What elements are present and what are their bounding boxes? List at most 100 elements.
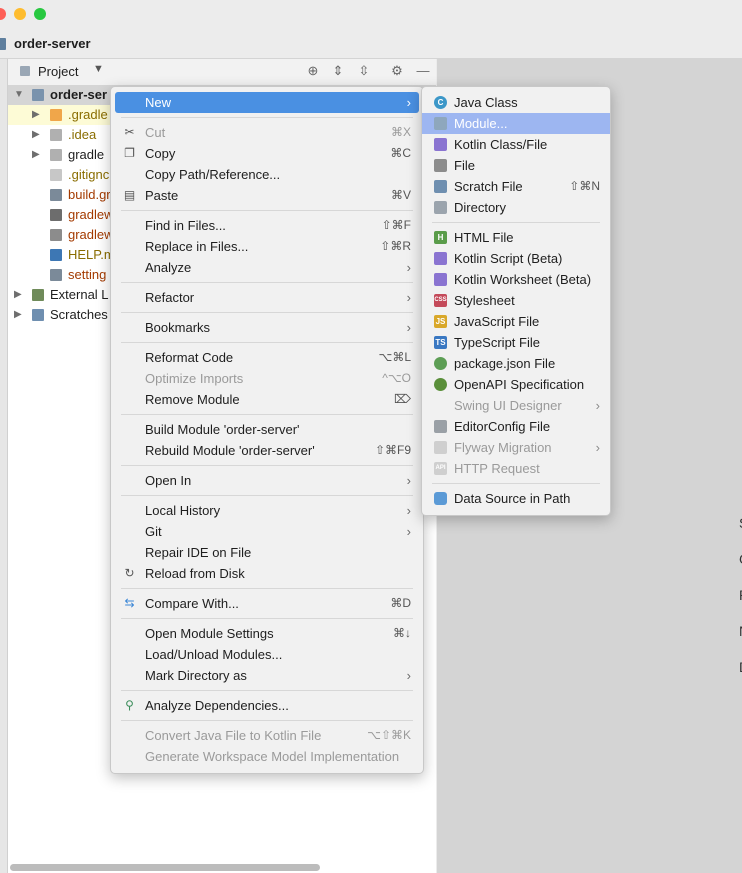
module-icon <box>434 117 447 130</box>
menu-item-compare-with[interactable]: ⇆ Compare With... ⌘D <box>115 593 419 614</box>
gear-icon[interactable]: ⚙ <box>388 62 406 80</box>
chevron-right-icon[interactable]: ▶ <box>32 105 40 125</box>
zoom-window-button[interactable] <box>34 8 46 20</box>
submenu-item-label: HTTP Request <box>454 461 540 476</box>
minimize-window-button[interactable] <box>14 8 26 20</box>
chevron-right-icon[interactable]: ▶ <box>14 285 22 305</box>
menu-item-label: Reformat Code <box>145 350 234 365</box>
menu-item-reformat-code[interactable]: Reformat Code ⌥⌘L <box>115 347 419 368</box>
menu-item-new[interactable]: New › <box>115 92 419 113</box>
submenu-item-stylesheet[interactable]: CSS Stylesheet <box>422 290 610 311</box>
submenu-item-label: Kotlin Worksheet (Beta) <box>454 272 592 287</box>
reload-icon: ↻ <box>124 566 135 580</box>
nodejs-icon <box>434 357 447 370</box>
menu-shortcut: ⇧⌘R <box>380 239 411 253</box>
menu-item-generate-workspace-model[interactable]: Generate Workspace Model Implementation <box>115 746 419 767</box>
kotlin-script-icon <box>434 252 447 265</box>
chevron-down-icon[interactable]: ▼ <box>14 85 24 105</box>
menu-item-mark-directory-as[interactable]: Mark Directory as › <box>115 665 419 686</box>
menu-separator <box>121 312 413 313</box>
submenu-item-html-file[interactable]: H HTML File <box>422 227 610 248</box>
scratches-icon <box>32 309 44 321</box>
new-submenu: C Java Class Module... Kotlin Class/File… <box>421 86 611 516</box>
tree-item-label: build.gr <box>68 187 111 202</box>
menu-item-convert-java-to-kotlin[interactable]: Convert Java File to Kotlin File ⌥⇧⌘K <box>115 725 419 746</box>
menu-item-label: Open In <box>145 473 192 488</box>
menu-item-refactor[interactable]: Refactor › <box>115 287 419 308</box>
menu-item-cut[interactable]: ✂ Cut ⌘X <box>115 122 419 143</box>
menu-item-copy-path[interactable]: Copy Path/Reference... <box>115 164 419 185</box>
menu-item-replace-in-files[interactable]: Replace in Files... ⇧⌘R <box>115 236 419 257</box>
menu-item-find-in-files[interactable]: Find in Files... ⇧⌘F <box>115 215 419 236</box>
menu-item-label: Local History <box>145 503 221 518</box>
tree-item-label: .gitignc <box>68 167 110 182</box>
submenu-item-java-class[interactable]: C Java Class <box>422 92 610 113</box>
menu-item-open-in[interactable]: Open In › <box>115 470 419 491</box>
menu-shortcut: ^⌥O <box>382 371 411 385</box>
submenu-item-flyway-migration[interactable]: Flyway Migration › <box>422 437 610 458</box>
menu-item-git[interactable]: Git › <box>115 521 419 542</box>
api-file-icon: API <box>434 462 447 475</box>
menu-item-bookmarks[interactable]: Bookmarks › <box>115 317 419 338</box>
menu-item-copy[interactable]: ❐ Copy ⌘C <box>115 143 419 164</box>
close-window-button[interactable] <box>0 8 6 20</box>
submenu-item-data-source[interactable]: Data Source in Path <box>422 488 610 509</box>
menu-item-reload-from-disk[interactable]: ↻ Reload from Disk <box>115 563 419 584</box>
menu-item-open-module-settings[interactable]: Open Module Settings ⌘↓ <box>115 623 419 644</box>
chevron-right-icon[interactable]: ▶ <box>14 305 22 325</box>
menu-item-label: Load/Unload Modules... <box>145 647 283 662</box>
menu-separator <box>121 342 413 343</box>
project-view-label[interactable]: Project <box>38 64 78 79</box>
submenu-item-label: OpenAPI Specification <box>454 377 585 392</box>
menu-item-label: Repair IDE on File <box>145 545 252 560</box>
menu-item-label: Copy <box>145 146 176 161</box>
expand-all-icon[interactable]: ⇕ <box>329 62 347 80</box>
submenu-item-kotlin-class[interactable]: Kotlin Class/File <box>422 134 610 155</box>
menu-shortcut: ⇧⌘F <box>381 218 411 232</box>
copy-icon: ❐ <box>124 146 135 160</box>
submenu-item-openapi[interactable]: OpenAPI Specification <box>422 374 610 395</box>
submenu-item-package-json[interactable]: package.json File <box>422 353 610 374</box>
menu-item-label: Paste <box>145 188 179 203</box>
folder-icon <box>50 149 62 161</box>
typescript-file-icon: TS <box>434 336 447 349</box>
project-breadcrumb[interactable]: order-server <box>14 36 91 51</box>
collapse-all-icon[interactable]: ⇳ <box>355 62 373 80</box>
menu-item-build-module[interactable]: Build Module 'order-server' <box>115 419 419 440</box>
submenu-item-directory[interactable]: Directory <box>422 197 610 218</box>
horizontal-scrollbar[interactable] <box>10 864 320 871</box>
menu-shortcut: ⌘V <box>390 188 411 202</box>
menu-item-paste[interactable]: ▤ Paste ⌘V <box>115 185 419 206</box>
submenu-item-kotlin-worksheet[interactable]: Kotlin Worksheet (Beta) <box>422 269 610 290</box>
hide-icon[interactable]: — <box>414 62 432 80</box>
chevron-right-icon[interactable]: ▶ <box>32 125 40 145</box>
chevron-right-icon: › <box>406 290 411 305</box>
submenu-item-editorconfig[interactable]: EditorConfig File <box>422 416 610 437</box>
menu-item-label: Find in Files... <box>145 218 226 233</box>
chevron-right-icon[interactable]: ▶ <box>32 145 40 165</box>
submenu-item-javascript-file[interactable]: JS JavaScript File <box>422 311 610 332</box>
submenu-item-swing-ui-designer[interactable]: Swing UI Designer › <box>422 395 610 416</box>
submenu-item-scratch-file[interactable]: Scratch File ⇧⌘N <box>422 176 610 197</box>
chevron-right-icon: › <box>406 473 411 488</box>
menu-item-label: Reload from Disk <box>145 566 245 581</box>
submenu-item-kotlin-script[interactable]: Kotlin Script (Beta) <box>422 248 610 269</box>
kotlin-file-icon <box>434 138 447 151</box>
menu-item-analyze[interactable]: Analyze › <box>115 257 419 278</box>
menu-item-repair-ide[interactable]: Repair IDE on File <box>115 542 419 563</box>
menu-item-label: Git <box>145 524 162 539</box>
menu-item-analyze-dependencies[interactable]: ⚲ Analyze Dependencies... <box>115 695 419 716</box>
menu-item-optimize-imports[interactable]: Optimize Imports ^⌥O <box>115 368 419 389</box>
menu-item-rebuild-module[interactable]: Rebuild Module 'order-server' ⇧⌘F9 <box>115 440 419 461</box>
submenu-item-http-request[interactable]: API HTTP Request <box>422 458 610 479</box>
folder-icon <box>50 109 62 121</box>
chevron-down-icon[interactable]: ▼ <box>93 63 104 75</box>
menu-item-load-unload-modules[interactable]: Load/Unload Modules... <box>115 644 419 665</box>
submenu-item-module[interactable]: Module... <box>422 113 610 134</box>
submenu-item-file[interactable]: File <box>422 155 610 176</box>
locate-icon[interactable]: ⊕ <box>304 62 322 80</box>
submenu-item-typescript-file[interactable]: TS TypeScript File <box>422 332 610 353</box>
menu-item-label: Replace in Files... <box>145 239 249 254</box>
menu-item-remove-module[interactable]: Remove Module ⌦ <box>115 389 419 410</box>
menu-item-local-history[interactable]: Local History › <box>115 500 419 521</box>
